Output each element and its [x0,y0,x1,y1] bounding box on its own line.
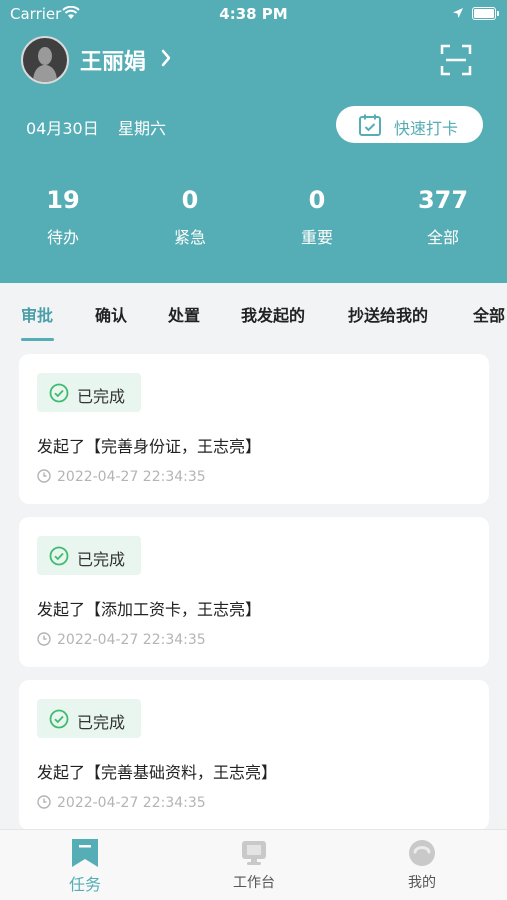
tab-confirm[interactable]: 确认 [95,302,127,326]
tabbar-label-workbench: 工作台 [233,875,275,891]
check-circle-icon [49,546,69,566]
monitor-icon [242,841,266,865]
clock-icon [37,795,51,809]
task-title: 发起了【完善基础资料，王志亮】 [37,763,278,782]
check-circle-icon [49,709,69,729]
avatar-silhouette-icon [33,47,57,82]
current-weekday: 星期六 [118,119,167,138]
tabbar-item-profile[interactable]: 我的 [362,830,482,900]
task-card[interactable]: 已完成 发起了【完善身份证，王志亮】 2022-04-27 22:34:35 [19,354,489,504]
status-badge: 已完成 [37,536,141,575]
stat-important-label: 重要 [300,228,333,247]
stat-all[interactable]: 377 全部 [393,186,493,248]
stat-urgent[interactable]: 0 紧急 [140,186,240,248]
task-time: 2022-04-27 22:34:35 [37,795,206,811]
active-tab-indicator [21,338,54,341]
profile-icon [409,840,435,866]
battery-icon [472,7,499,20]
task-title: 发起了【添加工资卡，王志亮】 [37,600,262,619]
stat-urgent-value: 0 [181,186,199,214]
task-title: 发起了【完善身份证，王志亮】 [37,437,262,456]
tab-all[interactable]: 全部 [473,302,505,326]
task-time: 2022-04-27 22:34:35 [37,632,206,648]
stat-urgent-label: 紧急 [173,228,206,247]
quick-checkin-label: 快速打卡 [394,119,459,138]
task-card[interactable]: 已完成 发起了【添加工资卡，王志亮】 2022-04-27 22:34:35 [19,517,489,667]
task-time-value: 2022-04-27 22:34:35 [57,632,206,648]
clock-icon [37,632,51,646]
check-circle-icon [49,383,69,403]
clock: 4:38 PM [219,5,288,23]
tab-initiated-by-me[interactable]: 我发起的 [241,302,305,326]
status-badge: 已完成 [37,699,141,738]
status-badge-label: 已完成 [77,713,126,732]
location-arrow-icon [453,8,463,18]
avatar[interactable] [21,36,69,84]
bookmark-icon [72,839,98,867]
clock-icon [37,469,51,483]
tab-handle[interactable]: 处置 [168,302,200,326]
status-bar: Carrier 4:38 PM [0,0,507,28]
chevron-right-icon[interactable] [160,47,172,69]
task-tabs: 审批 确认 处置 我发起的 抄送给我的 全部 [0,283,507,343]
tabbar-label-tasks: 任务 [68,875,101,894]
stat-important-value: 0 [308,186,326,214]
task-time-value: 2022-04-27 22:34:35 [57,795,206,811]
status-badge-label: 已完成 [77,550,126,569]
username[interactable]: 王丽娟 [80,44,146,76]
quick-checkin-button[interactable]: 快速打卡 [336,106,483,143]
scan-icon[interactable] [440,44,472,76]
status-badge-label: 已完成 [77,387,126,406]
bottom-tab-bar: 任务 工作台 我的 [0,829,507,900]
status-badge: 已完成 [37,373,141,412]
tabbar-label-profile: 我的 [408,875,436,891]
stat-all-label: 全部 [426,228,459,247]
tabbar-item-workbench[interactable]: 工作台 [194,830,314,900]
tab-cc-to-me[interactable]: 抄送给我的 [348,302,428,326]
tabbar-item-tasks[interactable]: 任务 [25,830,145,900]
current-date: 04月30日 [26,119,99,138]
header: Carrier 4:38 PM 王丽娟 04月30日 星期六 快速打卡 19 待… [0,0,507,283]
calendar-check-icon [359,114,381,136]
stat-important[interactable]: 0 重要 [267,186,367,248]
stat-pending[interactable]: 19 待办 [13,186,113,248]
task-card[interactable]: 已完成 发起了【完善基础资料，王志亮】 2022-04-27 22:34:35 [19,680,489,830]
stat-all-value: 377 [417,186,469,214]
task-time-value: 2022-04-27 22:34:35 [57,469,206,485]
task-time: 2022-04-27 22:34:35 [37,469,206,485]
stat-pending-value: 19 [46,186,80,214]
tab-approval[interactable]: 审批 [21,302,53,326]
stat-pending-label: 待办 [46,228,79,247]
